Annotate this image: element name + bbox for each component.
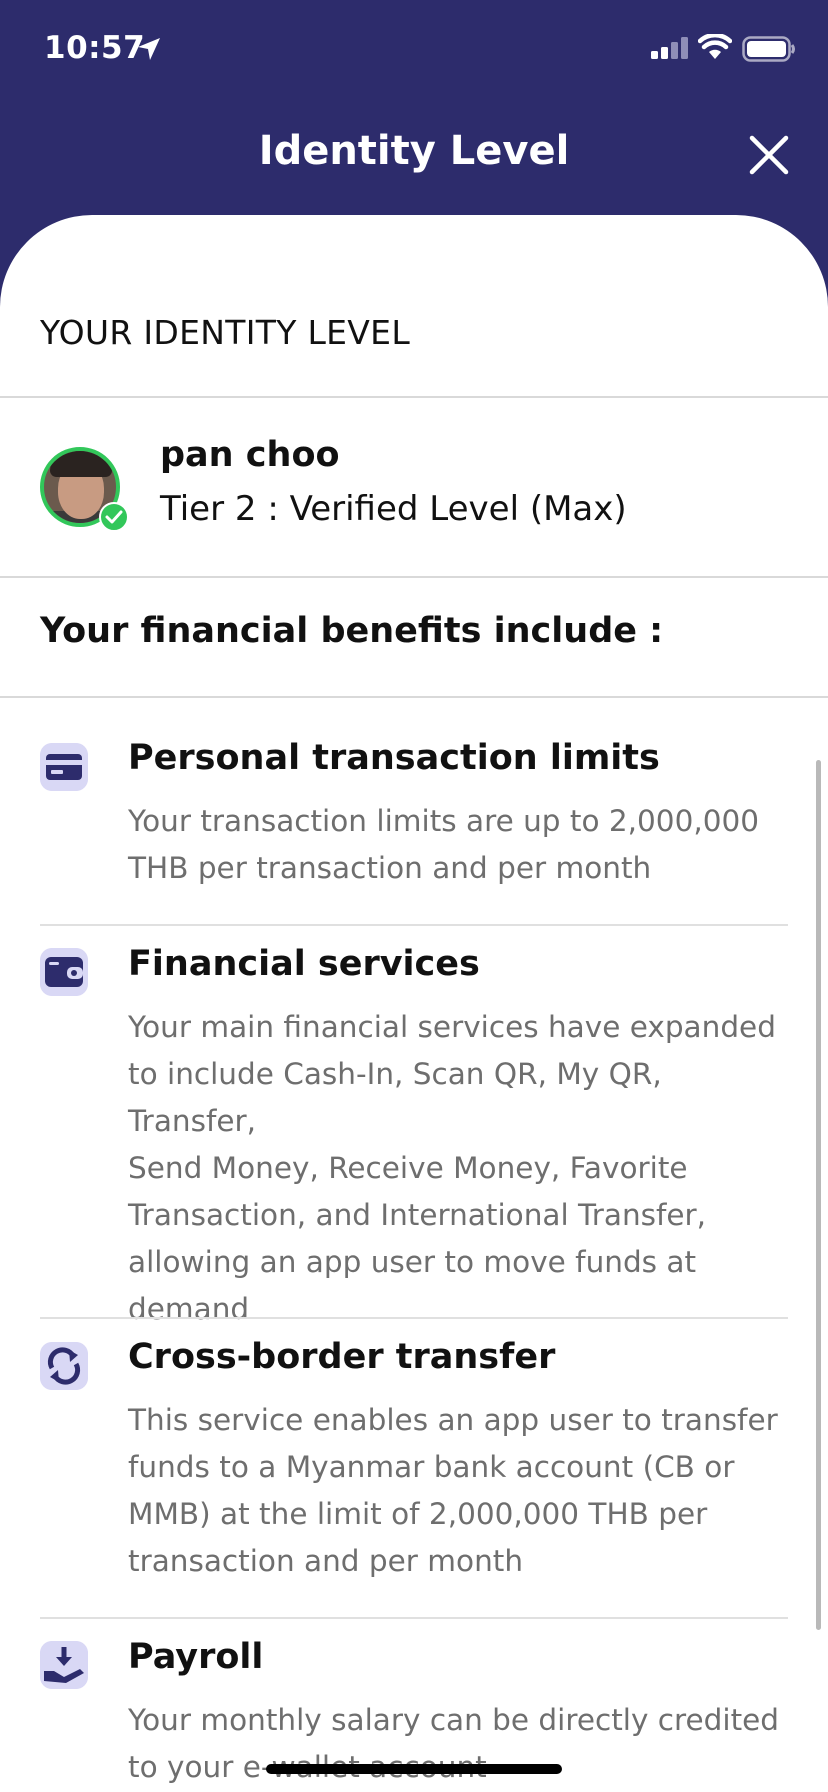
benefit-title: Personal transaction limits	[128, 738, 660, 778]
location-arrow-icon	[138, 38, 160, 60]
benefit-desc-line: demand	[128, 1292, 250, 1326]
benefit-desc-line: to include Cash-In, Scan QR, My QR, Tran…	[128, 1057, 662, 1138]
benefit-desc-line: Send Money, Receive Money, Favorite	[128, 1151, 688, 1185]
status-bar: 10:57	[0, 0, 828, 100]
status-time: 10:57	[44, 30, 146, 66]
benefit-desc-line: Your monthly salary can be directly cred…	[128, 1703, 780, 1737]
benefit-title: Financial services	[128, 944, 480, 984]
page-title: Identity Level	[258, 128, 570, 174]
benefit-desc-line: transaction and per month	[128, 1544, 524, 1578]
divider	[40, 924, 788, 926]
divider	[0, 396, 828, 398]
scrollbar[interactable]	[816, 760, 821, 1630]
content-sheet: YOUR IDENTITY LEVEL pan choo Tier 2 : Ve…	[0, 215, 828, 1792]
identity-tier: Tier 2 : Verified Level (Max)	[160, 489, 627, 529]
divider	[40, 1617, 788, 1619]
avatar-hair	[50, 451, 112, 477]
benefit-desc-line: THB per transaction and per month	[128, 851, 652, 885]
wifi-icon	[698, 34, 732, 59]
exchange-icon	[40, 1342, 88, 1390]
section-title: YOUR IDENTITY LEVEL	[40, 313, 411, 352]
wallet-icon	[40, 948, 88, 996]
benefit-desc-line: Your main financial services have expand…	[128, 1010, 776, 1044]
user-name: pan choo	[160, 435, 340, 475]
benefit-title: Payroll	[128, 1637, 264, 1677]
verified-check-icon	[99, 502, 129, 532]
benefit-desc-line: This service enables an app user to tran…	[128, 1403, 778, 1437]
cellular-signal-icon	[651, 37, 688, 59]
benefit-desc-line: allowing an app user to move funds at	[128, 1245, 697, 1279]
benefit-desc-line: Transaction, and International Transfer,	[128, 1198, 707, 1232]
benefit-description: Your transaction limits are up to 2,000,…	[128, 798, 798, 892]
benefits-heading: Your financial benefits include :	[40, 611, 664, 651]
divider	[40, 1317, 788, 1319]
benefit-description: This service enables an app user to tran…	[128, 1397, 798, 1585]
close-button[interactable]	[744, 130, 794, 180]
card-icon	[40, 743, 88, 791]
benefit-desc-line: Your transaction limits are up to 2,000,…	[128, 804, 760, 838]
benefit-description: Your monthly salary can be directly cred…	[128, 1697, 798, 1791]
benefit-description: Your main financial services have expand…	[128, 1004, 798, 1333]
divider	[0, 696, 828, 698]
benefit-desc-line: funds to a Myanmar bank account (CB or	[128, 1450, 735, 1484]
benefit-desc-line: MMB) at the limit of 2,000,000 THB per	[128, 1497, 708, 1531]
battery-icon	[742, 36, 795, 62]
divider	[0, 576, 828, 578]
benefit-title: Cross-border transfer	[128, 1337, 556, 1377]
salary-hand-icon	[40, 1641, 88, 1689]
home-indicator[interactable]	[266, 1764, 562, 1774]
